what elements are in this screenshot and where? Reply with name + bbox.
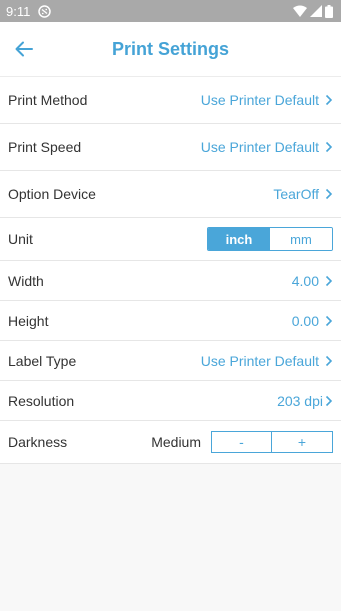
row-width[interactable]: Width 4.00 [0, 261, 341, 301]
chevron-right-icon [325, 395, 333, 406]
label-type-value[interactable]: Use Printer Default [201, 353, 333, 369]
resolution-value-text: 203 dpi [277, 392, 323, 409]
row-label-type[interactable]: Label Type Use Printer Default [0, 341, 341, 381]
app-bar: Print Settings [0, 22, 341, 77]
chevron-right-icon [325, 188, 333, 200]
darkness-label: Darkness [8, 434, 68, 450]
resolution-label: Resolution [8, 392, 75, 409]
width-value-text: 4.00 [291, 272, 319, 289]
battery-icon [325, 4, 333, 18]
option-device-label: Option Device [8, 186, 96, 202]
status-bar: 9:11 [0, 0, 341, 22]
settings-list: Print Method Use Printer Default Print S… [0, 77, 341, 464]
option-device-value-text: TearOff [273, 186, 319, 202]
unit-toggle[interactable]: inch mm [207, 227, 333, 251]
height-label: Height [8, 312, 49, 329]
status-time: 9:11 [6, 3, 31, 19]
unit-label: Unit [8, 231, 33, 247]
print-method-label: Print Method [8, 92, 88, 108]
chevron-right-icon [325, 355, 333, 366]
print-method-value[interactable]: Use Printer Default [201, 92, 333, 108]
row-unit: Unit inch mm [0, 218, 341, 261]
row-print-method[interactable]: Print Method Use Printer Default [0, 77, 341, 124]
darkness-stepper: - + [211, 431, 333, 453]
chevron-right-icon [325, 141, 333, 153]
darkness-decrease-button[interactable]: - [211, 431, 272, 453]
label-type-label: Label Type [8, 352, 77, 369]
row-option-device[interactable]: Option Device TearOff [0, 171, 341, 218]
unit-option-mm[interactable]: mm [270, 228, 332, 250]
row-darkness: Darkness Medium - + [0, 421, 341, 464]
height-value[interactable]: 0.00 [292, 313, 333, 329]
row-height[interactable]: Height 0.00 [0, 301, 341, 341]
chevron-right-icon [325, 275, 333, 286]
label-type-value-text: Use Printer Default [200, 352, 319, 369]
chevron-right-icon [325, 315, 333, 326]
row-print-speed[interactable]: Print Speed Use Printer Default [0, 124, 341, 171]
chevron-right-icon [325, 94, 333, 106]
width-value[interactable]: 4.00 [292, 273, 333, 289]
print-speed-value[interactable]: Use Printer Default [201, 139, 333, 155]
darkness-controls: Medium - + [151, 431, 333, 453]
print-speed-value-text: Use Printer Default [200, 139, 319, 155]
option-device-value[interactable]: TearOff [273, 186, 333, 202]
height-value-text: 0.00 [291, 312, 319, 329]
signal-icon [310, 5, 322, 17]
sync-notification-icon [38, 4, 52, 18]
wifi-icon [293, 5, 307, 17]
width-label: Width [8, 272, 44, 289]
unit-option-inch[interactable]: inch [208, 228, 270, 250]
print-method-value-text: Use Printer Default [200, 92, 319, 108]
print-speed-label: Print Speed [8, 139, 82, 155]
row-resolution[interactable]: Resolution 203 dpi [0, 381, 341, 421]
page-title: Print Settings [111, 38, 229, 59]
back-arrow-icon[interactable] [14, 39, 34, 59]
darkness-increase-button[interactable]: + [272, 431, 333, 453]
resolution-value[interactable]: 203 dpi [277, 393, 333, 409]
darkness-value: Medium [151, 434, 201, 450]
